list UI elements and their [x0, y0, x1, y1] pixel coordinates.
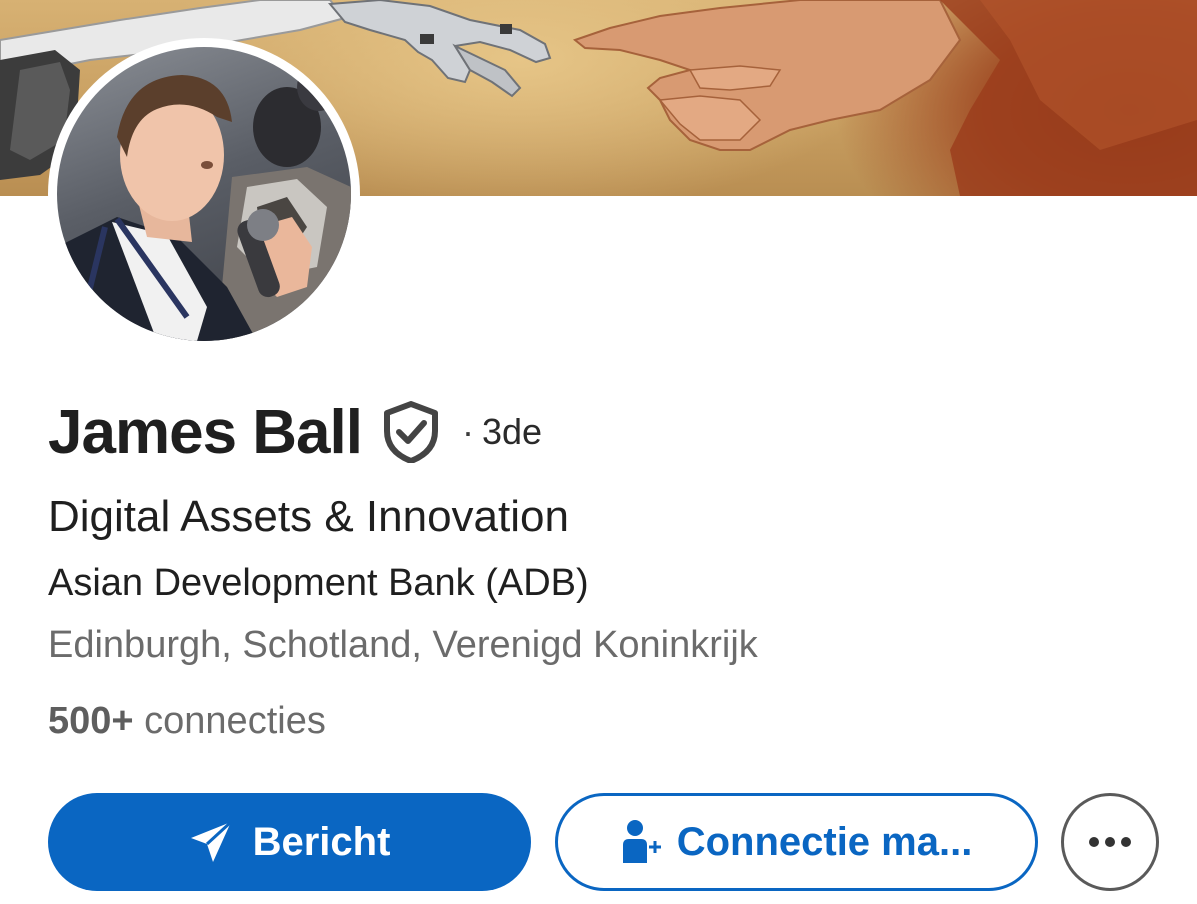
profile-connections[interactable]: 500+ connecties	[48, 700, 326, 743]
message-button-label: Bericht	[252, 819, 391, 864]
paper-plane-icon	[190, 820, 232, 862]
verified-shield-icon[interactable]	[382, 401, 440, 464]
profile-name[interactable]: James Ball	[48, 397, 363, 468]
profile-location: Edinburgh, Schotland, Verenigd Koninkrij…	[48, 624, 758, 666]
profile-name-row: James Ball · 3de	[48, 392, 542, 472]
profile-company[interactable]: Asian Development Bank (ADB)	[48, 562, 589, 605]
connect-button-label: Connectie ma...	[676, 819, 973, 864]
more-dots-icon	[1089, 837, 1131, 847]
avatar-photo	[57, 47, 351, 341]
message-button[interactable]: Bericht	[48, 793, 531, 891]
more-options-button[interactable]	[1061, 793, 1159, 891]
profile-page: James Ball · 3de Digital Assets & Innova…	[0, 0, 1197, 904]
avatar-portrait-art	[57, 63, 351, 341]
profile-headline: Digital Assets & Innovation	[48, 492, 569, 541]
profile-avatar[interactable]	[48, 38, 360, 350]
connections-count: 500+	[48, 700, 134, 742]
connections-label: connecties	[144, 700, 326, 742]
connect-button[interactable]: Connectie ma...	[555, 793, 1038, 891]
connection-degree-badge: 3de	[482, 411, 543, 452]
degree-separator: ·	[462, 411, 474, 452]
add-person-icon	[622, 820, 661, 863]
